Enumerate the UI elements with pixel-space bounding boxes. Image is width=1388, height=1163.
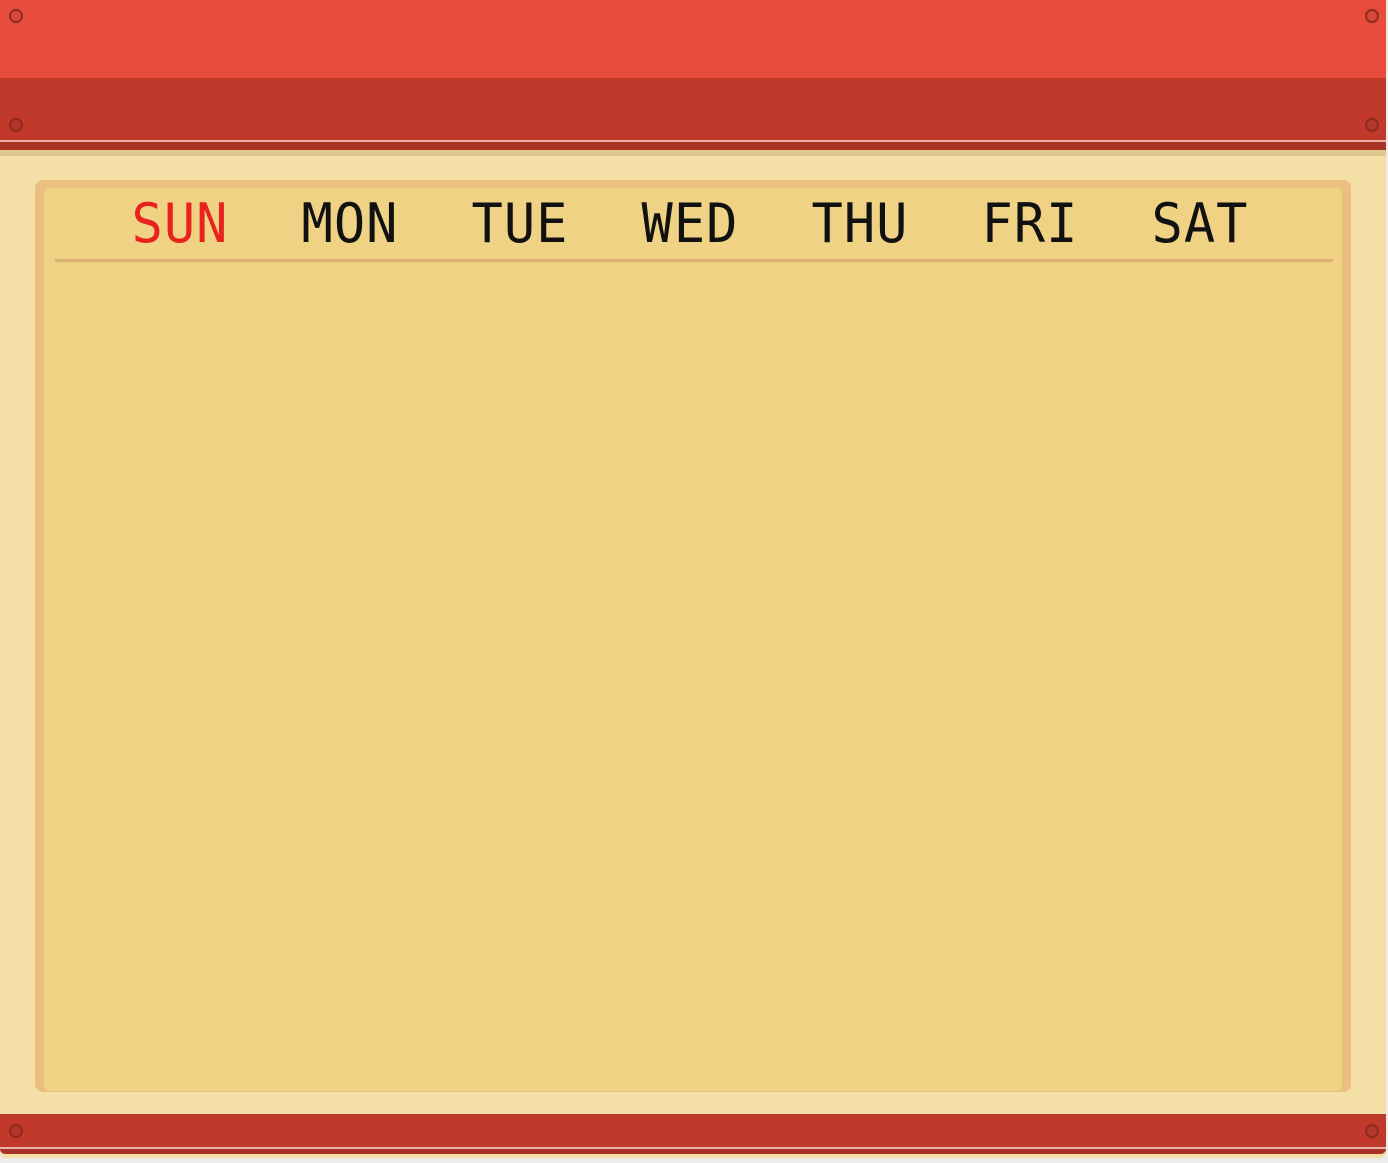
header-top-band [0,0,1386,78]
rivet-icon [1365,1124,1379,1138]
weekday-wed: WED [641,192,739,256]
weekday-header-row: SUN MON TUE WED THU FRI SAT [95,190,1285,258]
weekday-sun: SUN [131,192,229,256]
weekday-tue: TUE [471,192,569,256]
calendar-header [0,0,1386,156]
rivet-icon [9,1124,23,1138]
rivet-icon [1365,118,1379,132]
header-bottom-band [0,78,1386,140]
header-lip [0,150,1386,156]
weekday-mon: MON [301,192,399,256]
weekday-thu: THU [811,192,909,256]
weekday-divider [55,259,1333,262]
rivet-icon [9,9,23,23]
calendar-footer [0,1114,1386,1158]
weekday-sat: SAT [1151,192,1249,256]
calendar-day-grid [55,264,1333,1084]
header-shadow [0,142,1386,150]
rivet-icon [9,118,23,132]
footer-band [0,1114,1386,1147]
calendar-frame: SUN MON TUE WED THU FRI SAT [0,0,1386,1158]
weekday-fri: FRI [981,192,1079,256]
footer-shadow [0,1149,1386,1154]
rivet-icon [1365,9,1379,23]
